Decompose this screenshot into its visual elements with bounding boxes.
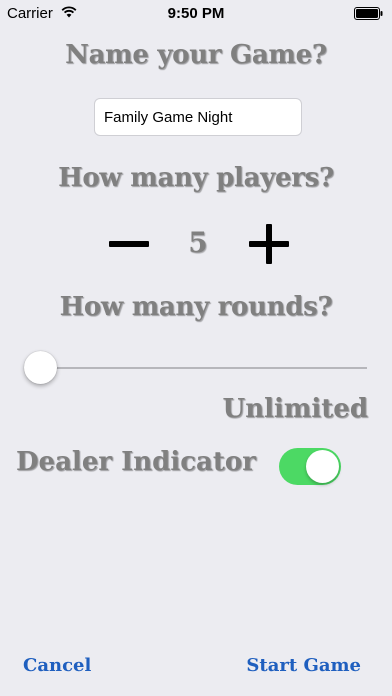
increase-players-button[interactable] [247, 222, 291, 266]
cancel-button[interactable]: Cancel [23, 655, 91, 676]
status-time: 9:50 PM [167, 5, 225, 22]
rounds-heading: How many rounds? [59, 292, 333, 322]
rounds-slider-thumb[interactable] [24, 351, 57, 384]
decrease-players-button[interactable] [106, 226, 152, 262]
player-count: 5 [188, 226, 208, 259]
dealer-indicator-toggle[interactable] [279, 448, 341, 485]
battery-icon [354, 7, 383, 20]
start-game-button[interactable]: Start Game [246, 655, 361, 676]
game-name-input[interactable] [94, 98, 302, 136]
dealer-indicator-label: Dealer Indicator [16, 447, 256, 477]
minus-icon [109, 241, 149, 247]
toggle-knob [306, 450, 339, 483]
rounds-slider-track[interactable] [40, 367, 367, 369]
game-name-heading: Name your Game? [65, 40, 327, 70]
players-heading: How many players? [58, 163, 334, 193]
rounds-value-label: Unlimited [222, 394, 368, 424]
status-bar: Carrier 9:50 PM [0, 0, 392, 28]
